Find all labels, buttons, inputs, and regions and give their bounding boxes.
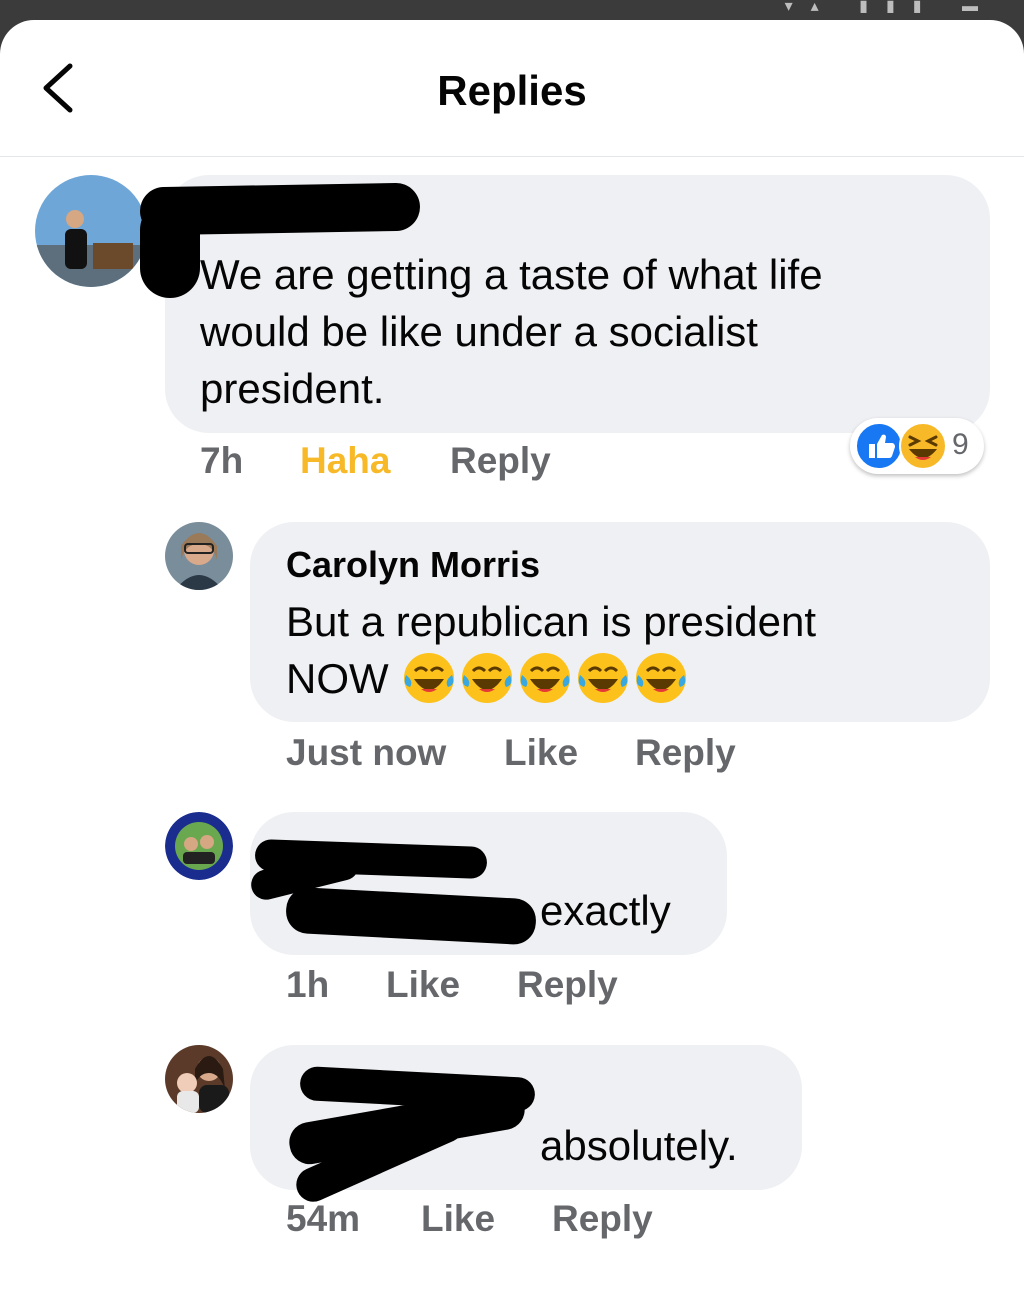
reply-button[interactable]: Reply: [552, 1198, 653, 1240]
reply-button[interactable]: Reply: [517, 964, 618, 1006]
comment-text-line: president.: [200, 365, 385, 412]
profile-photo-icon: [165, 1045, 233, 1113]
comment-text: exactly: [540, 887, 671, 934]
like-button[interactable]: Like: [386, 964, 460, 1006]
avatar[interactable]: [35, 175, 147, 287]
haha-icon: [899, 422, 947, 470]
avatar[interactable]: [165, 522, 233, 590]
comment-text-line: We are getting a taste of what life: [200, 251, 823, 298]
tears-of-joy-emoji: [404, 653, 454, 703]
tears-of-joy-emoji: [636, 653, 686, 703]
header: Replies: [0, 20, 1024, 157]
redaction-mark: [140, 200, 200, 298]
reaction-summary[interactable]: 9: [850, 418, 984, 474]
commenter-name[interactable]: Carolyn Morris: [286, 544, 540, 586]
reply-button[interactable]: Reply: [635, 732, 736, 774]
avatar[interactable]: [165, 812, 233, 880]
status-bar: ▾▴ ▮▮▮ ▬: [0, 0, 1024, 22]
comment-text-line: But a republican is president: [286, 598, 816, 645]
like-button[interactable]: Like: [504, 732, 578, 774]
tears-of-joy-emoji: [578, 653, 628, 703]
comment-timestamp: 7h: [200, 440, 244, 481]
haha-reaction-button[interactable]: Haha: [300, 440, 390, 482]
page-title: Replies: [437, 67, 587, 114]
reply-button[interactable]: Reply: [450, 440, 551, 482]
comment-text-line: would be like under a socialist: [200, 308, 758, 355]
comment-text: absolutely.: [540, 1122, 738, 1169]
tears-of-joy-emoji: [520, 653, 570, 703]
like-icon: [855, 422, 903, 470]
comment-text-line: NOW: [286, 655, 389, 702]
reaction-count: 9: [952, 428, 969, 461]
profile-photo-icon: [35, 175, 147, 287]
replies-sheet: Replies We are getting a taste of what l…: [0, 20, 1024, 1293]
comment-timestamp: 54m: [286, 1198, 361, 1239]
tears-of-joy-emoji: [462, 653, 512, 703]
profile-photo-icon: [165, 812, 233, 880]
comment-timestamp: 1h: [286, 964, 330, 1005]
comment-timestamp: Just now: [286, 732, 447, 773]
avatar[interactable]: [165, 1045, 233, 1113]
like-button[interactable]: Like: [421, 1198, 495, 1240]
emoji-row: [402, 651, 688, 705]
profile-photo-icon: [165, 522, 233, 590]
status-icons: ▾▴ ▮▮▮ ▬: [784, 0, 996, 15]
